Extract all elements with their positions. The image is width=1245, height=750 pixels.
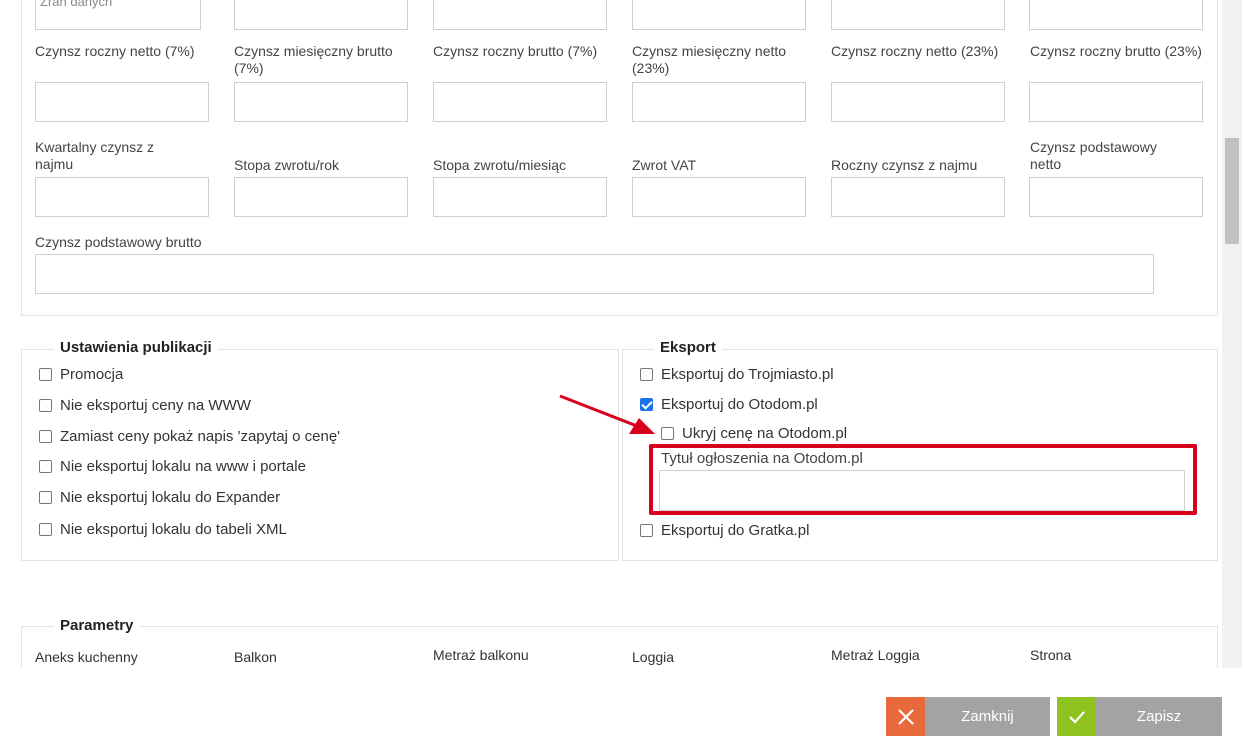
checkbox-label: Nie eksportuj lokalu do tabeli XML	[60, 521, 287, 538]
vertical-scrollbar[interactable]	[1222, 0, 1242, 668]
input-czynsz-roczny-brutto-23[interactable]	[1029, 82, 1203, 122]
param-metraz-balkonu: Metraż balkonu	[433, 647, 529, 663]
checkbox-box[interactable]	[39, 523, 52, 536]
checkbox-label: Nie eksportuj ceny na WWW	[60, 397, 251, 414]
label-czynsz-miesieczny-brutto-7: Czynsz miesięczny brutto (7%)	[234, 43, 393, 76]
checkbox-box[interactable]	[39, 399, 52, 412]
publication-legend: Ustawienia publikacji	[54, 339, 218, 356]
checkbox-nie-eksportuj-lokalu-www[interactable]: Nie eksportuj lokalu na www i portale	[39, 458, 306, 475]
checkbox-label: Zamiast ceny pokaż napis 'zapytaj o cenę…	[60, 428, 341, 445]
label-czynsz-miesieczny-netto-23: Czynsz miesięczny netto (23%)	[632, 43, 787, 76]
checkbox-eksport-otodom[interactable]: Eksportuj do Otodom.pl	[640, 396, 818, 413]
close-icon	[886, 697, 925, 736]
highlight-box	[649, 444, 1197, 515]
label-zwrot-vat: Zwrot VAT	[632, 157, 697, 173]
checkbox-label: Nie eksportuj lokalu na www i portale	[60, 458, 306, 475]
label-kwartalny-czynsz: Kwartalny czynsz z najmu	[35, 139, 155, 172]
input-czynsz-roczny-netto-23[interactable]	[831, 82, 1005, 122]
input-czynsz-podstawowy-netto[interactable]	[1029, 177, 1203, 217]
scrollbar-thumb[interactable]	[1225, 138, 1239, 244]
input-czynsz-miesieczny-brutto-7[interactable]	[234, 82, 408, 122]
label-czynsz-roczny-brutto-7: Czynsz roczny brutto (7%)	[433, 43, 598, 59]
close-button-label: Zamknij	[925, 697, 1050, 736]
checkmark-icon	[1057, 697, 1096, 736]
input-czynsz-podstawowy-brutto[interactable]	[35, 254, 1154, 294]
checkbox-box[interactable]	[39, 460, 52, 473]
checkbox-ukryj-cene-otodom[interactable]: Ukryj cenę na Otodom.pl	[661, 425, 847, 442]
checkbox-label: Nie eksportuj lokalu do Expander	[60, 489, 281, 506]
input-kwartalny-czynsz[interactable]	[35, 177, 209, 217]
label-stopa-zwrotu-miesiac: Stopa zwrotu/miesiąc	[433, 157, 567, 173]
param-metraz-loggia: Metraż Loggia	[831, 647, 920, 663]
label-czynsz-roczny-netto-23: Czynsz roczny netto (23%)	[831, 43, 999, 59]
checkbox-eksport-gratka[interactable]: Eksportuj do Gratka.pl	[640, 522, 809, 539]
checkbox-box[interactable]	[39, 491, 52, 504]
label-czynsz-podstawowy-netto: Czynsz podstawowy netto	[1030, 139, 1157, 172]
export-legend: Eksport	[654, 339, 722, 356]
param-strona: Strona	[1030, 647, 1072, 663]
checkbox-label: Eksportuj do Otodom.pl	[661, 396, 818, 413]
checkbox-nie-eksportuj-expander[interactable]: Nie eksportuj lokalu do Expander	[39, 489, 280, 506]
label-stopa-zwrotu-rok: Stopa zwrotu/rok	[234, 157, 340, 173]
input-czynsz-miesieczny-netto-23[interactable]	[632, 82, 806, 122]
save-button[interactable]: Zapisz	[1057, 697, 1222, 736]
label-czynsz-podstawowy-brutto: Czynsz podstawowy brutto	[35, 234, 202, 250]
checkbox-nie-eksportuj-ceny[interactable]: Nie eksportuj ceny na WWW	[39, 397, 251, 414]
close-button[interactable]: Zamknij	[886, 697, 1050, 736]
checkbox-box[interactable]	[39, 368, 52, 381]
param-aneks-kuchenny: Aneks kuchenny	[35, 649, 138, 665]
label-roczny-czynsz: Roczny czynsz z najmu	[831, 157, 978, 173]
input-zwrot-vat[interactable]	[632, 177, 806, 217]
checkbox-nie-eksportuj-xml[interactable]: Nie eksportuj lokalu do tabeli XML	[39, 521, 287, 538]
checkbox-box[interactable]	[640, 524, 653, 537]
annotation-arrow-icon	[559, 394, 655, 434]
checkbox-eksport-trojmiasto[interactable]: Eksportuj do Trojmiasto.pl	[640, 366, 834, 383]
input-czynsz-roczny-brutto-7[interactable]	[433, 82, 607, 122]
checkbox-label: Promocja	[60, 366, 124, 383]
checkbox-label: Eksportuj do Gratka.pl	[661, 522, 810, 539]
checkbox-box[interactable]	[39, 430, 52, 443]
checkbox-promocja[interactable]: Promocja	[39, 366, 123, 383]
input-stopa-zwrotu-miesiac[interactable]	[433, 177, 607, 217]
param-loggia: Loggia	[632, 649, 675, 665]
input-stopa-zwrotu-rok[interactable]	[234, 177, 408, 217]
label-czynsz-roczny-netto-7: Czynsz roczny netto (7%)	[35, 43, 195, 59]
checkbox-label: Ukryj cenę na Otodom.pl	[682, 425, 848, 442]
label-czynsz-roczny-brutto-23: Czynsz roczny brutto (23%)	[1030, 43, 1202, 59]
param-balkon: Balkon	[234, 649, 277, 665]
input-czynsz-roczny-netto-7[interactable]	[35, 82, 209, 122]
input-roczny-czynsz[interactable]	[831, 177, 1005, 217]
checkbox-zapytaj-o-cene[interactable]: Zamiast ceny pokaż napis 'zapytaj o cenę…	[39, 428, 340, 445]
checkbox-box[interactable]	[640, 368, 653, 381]
save-button-label: Zapisz	[1096, 697, 1222, 736]
parameters-legend: Parametry	[54, 617, 140, 634]
checkbox-label: Eksportuj do Trojmiasto.pl	[661, 366, 834, 383]
